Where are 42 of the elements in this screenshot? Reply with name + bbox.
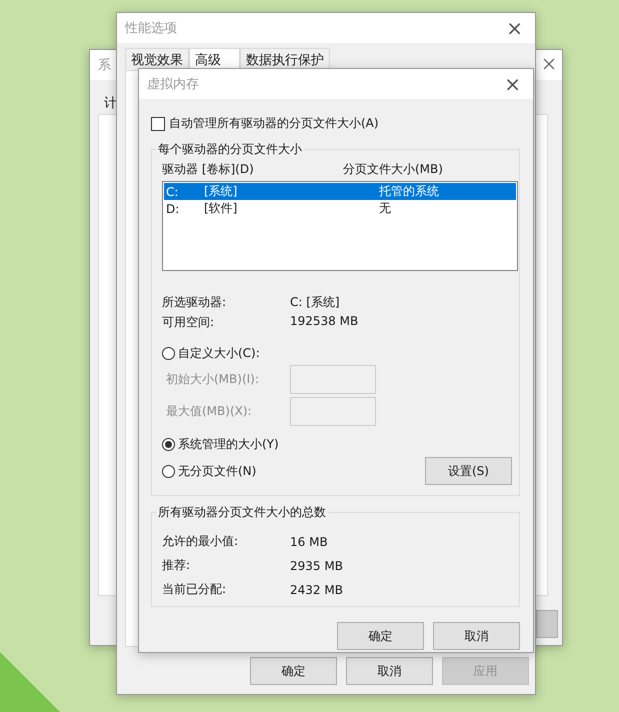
group-title: 所有驱动器分页文件大小的总数 <box>157 504 327 521</box>
column-header: 分页文件大小(MB) <box>343 161 443 178</box>
dialog-button[interactable]: 确定 <box>337 622 424 650</box>
close-button[interactable]: × <box>500 74 525 94</box>
info-label: 推荐: <box>162 557 192 574</box>
list-row[interactable]: C: [系统] 托管的系统 <box>164 183 516 200</box>
radio-button[interactable] <box>162 464 175 478</box>
close-button[interactable]: × <box>502 18 527 38</box>
close-icon[interactable] <box>543 58 555 70</box>
tab[interactable]: 计 <box>104 94 117 112</box>
info-value: 16 MB <box>290 534 328 548</box>
drive-list[interactable]: C: [系统] 托管的系统 D: [软件] 无 <box>162 181 518 271</box>
info-value: 192538 MB <box>290 314 358 330</box>
tab[interactable]: 视觉效果 <box>125 48 189 70</box>
field-label: 初始大小(MB)(I): <box>166 371 260 388</box>
tab[interactable]: 数据执行保护 <box>240 48 330 70</box>
info-value: 2432 MB <box>290 582 343 596</box>
window-title: 系 <box>98 57 111 74</box>
checkbox[interactable] <box>151 116 165 130</box>
list-row[interactable]: D: [软件] 无 <box>164 200 516 217</box>
settings-button[interactable]: 设置(S) <box>425 457 512 485</box>
info-label: 所选驱动器: <box>162 294 228 311</box>
info-label: 当前已分配: <box>162 581 228 598</box>
dialog-button[interactable]: 取消 <box>346 657 433 685</box>
radio-label: 系统管理的大小(Y) <box>178 436 279 453</box>
field-label: 最大值(MB)(X): <box>166 403 253 420</box>
radio-button[interactable] <box>162 347 175 360</box>
radio-label: 无分页文件(N) <box>178 462 256 480</box>
dialog-button[interactable]: 取消 <box>433 622 520 650</box>
tab[interactable]: 高级 <box>189 48 240 70</box>
radio-button[interactable] <box>162 438 175 451</box>
column-header: 驱动器 [卷标](D) <box>162 161 255 178</box>
window-title: 性能选项 <box>125 20 177 37</box>
radio-label: 自定义大小(C): <box>178 345 260 362</box>
info-value: C: [系统] <box>290 294 340 311</box>
info-value: 2935 MB <box>290 558 343 572</box>
info-label: 允许的最小值: <box>162 533 240 550</box>
checkbox-label: 自动管理所有驱动器的分页文件大小(A) <box>169 115 379 132</box>
group-title: 每个驱动器的分页文件大小 <box>157 141 303 158</box>
window-title: 虚拟内存 <box>147 76 199 93</box>
dialog-button[interactable]: 确定 <box>250 657 337 685</box>
info-label: 可用空间: <box>162 314 216 331</box>
